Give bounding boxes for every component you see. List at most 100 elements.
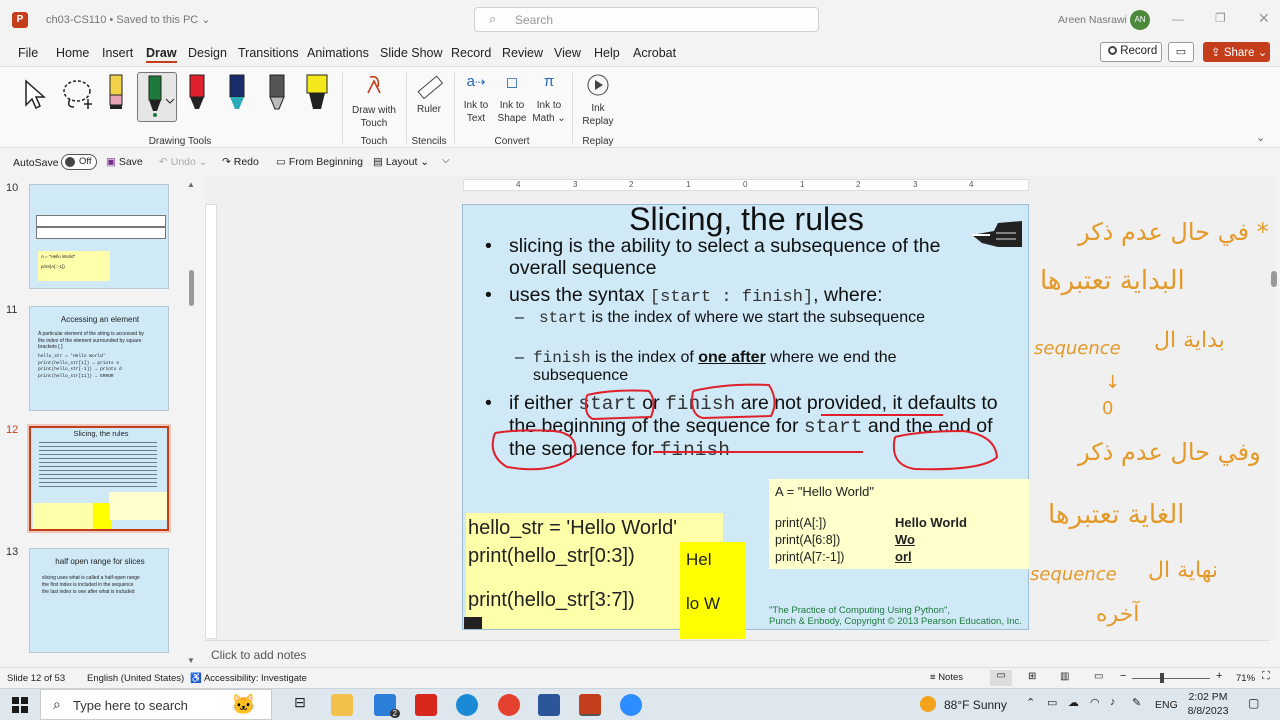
redo-button[interactable]: ↷ Redo xyxy=(222,156,259,168)
weather-text[interactable]: 88°F Sunny xyxy=(944,698,1007,712)
notes-pane[interactable]: Click to add notes xyxy=(205,640,1270,667)
menu-view[interactable]: View xyxy=(554,46,581,60)
slideshow-view-icon[interactable]: ▭ xyxy=(1094,671,1103,682)
menu-acrobat[interactable]: Acrobat xyxy=(633,46,676,60)
zoom-level[interactable]: 71% xyxy=(1236,673,1255,684)
zoom-app-icon[interactable] xyxy=(620,694,642,716)
scroll-down-icon[interactable]: ▼ xyxy=(187,656,195,665)
chrome-icon[interactable] xyxy=(498,694,520,716)
zoom-slider[interactable] xyxy=(1132,673,1210,683)
eraser-icon[interactable] xyxy=(104,73,128,115)
highlighter-tool[interactable] xyxy=(304,73,330,115)
green-pen-tool[interactable] xyxy=(137,72,177,122)
close-icon[interactable]: ✕ xyxy=(1258,10,1270,27)
ruler-button[interactable]: Ruler xyxy=(412,73,446,123)
red-pen-tool[interactable] xyxy=(186,73,208,115)
select-tool-icon[interactable] xyxy=(22,77,48,111)
windows-start-icon[interactable] xyxy=(12,697,28,713)
minimize-icon[interactable]: — xyxy=(1172,12,1184,26)
group-drawing-tools-label: Drawing Tools xyxy=(148,136,212,147)
reading-view-icon[interactable]: ▥ xyxy=(1060,671,1069,682)
restore-icon[interactable]: ❐ xyxy=(1215,11,1226,25)
document-title[interactable]: ch03-CS110 • Saved to this PC ⌄ xyxy=(46,13,211,26)
user-name: Areen Nasrawi xyxy=(1058,14,1127,26)
menu-transitions[interactable]: Transitions xyxy=(238,46,299,60)
slide-thumbnail-11[interactable]: Accessing an element A particular elemen… xyxy=(29,306,169,411)
layout-button[interactable]: ▤ Layout ⌄ xyxy=(373,156,429,168)
thumbnails-scrollbar[interactable] xyxy=(189,270,194,306)
slide-canvas[interactable]: Slicing, the rules • slicing is the abil… xyxy=(462,201,1029,639)
task-view-icon[interactable]: ⊟ xyxy=(289,694,311,716)
menu-home[interactable]: Home xyxy=(56,46,89,60)
pen-icon[interactable]: ✎ xyxy=(1132,696,1141,709)
menu-slide-show[interactable]: Slide Show xyxy=(380,46,443,60)
menu-record[interactable]: Record xyxy=(451,46,491,60)
menu-review[interactable]: Review xyxy=(502,46,543,60)
language-indicator[interactable]: English (United States) xyxy=(87,673,184,684)
blue-pen-tool[interactable] xyxy=(226,73,248,115)
ink-replay-button[interactable]: Ink Replay xyxy=(578,73,618,129)
customize-qat-icon[interactable]: ⌵ xyxy=(442,155,450,166)
save-button[interactable]: ▣ Save xyxy=(106,156,143,168)
volume-icon[interactable]: ♪ xyxy=(1110,696,1116,708)
galaxy-pen-tool[interactable] xyxy=(266,73,288,115)
avatar[interactable]: AN xyxy=(1130,10,1150,30)
menu-file[interactable]: File xyxy=(18,46,38,60)
normal-view-icon[interactable]: ▭ xyxy=(990,670,1012,686)
ruler-tick: 2 xyxy=(629,180,634,189)
menu-animations[interactable]: Animations xyxy=(307,46,369,60)
network-icon[interactable]: ▭ xyxy=(1047,696,1057,709)
zoom-out-icon[interactable]: − xyxy=(1120,670,1126,682)
slideshow-icon: ▭ xyxy=(276,156,286,168)
example-row-1: print(A[:]) xyxy=(775,516,827,530)
file-explorer-icon[interactable] xyxy=(331,694,353,716)
powerpoint-logo-icon[interactable]: P xyxy=(12,12,28,28)
ruler-tick: 4 xyxy=(516,180,521,189)
wifi-icon[interactable]: ◠ xyxy=(1090,696,1100,709)
annotation-line: وفي حال عدم ذكر xyxy=(1078,438,1261,466)
notes-button[interactable]: ≡ Notes xyxy=(930,672,963,683)
onedrive-icon[interactable]: ☁ xyxy=(1068,696,1079,709)
edge-icon[interactable] xyxy=(456,694,478,716)
clock[interactable]: 2:02 PM 8/8/2023 xyxy=(1186,690,1230,718)
output-box[interactable]: Hel lo W xyxy=(680,542,746,639)
collapse-ribbon-icon[interactable]: ⌄ xyxy=(1256,131,1265,144)
slide-thumbnail-12-selected[interactable]: Slicing, the rules xyxy=(27,424,171,533)
from-beginning-button[interactable]: ▭ From Beginning xyxy=(276,156,363,168)
tray-chevron-icon[interactable]: ⌃ xyxy=(1026,696,1035,709)
example-title: A = "Hello World" xyxy=(775,484,874,499)
language-tray[interactable]: ENG xyxy=(1155,699,1178,711)
slide-thumbnail-13[interactable]: half open range for slices slicing uses … xyxy=(29,548,169,653)
accessibility-status[interactable]: ♿ Accessibility: Investigate xyxy=(190,673,307,684)
menu-insert[interactable]: Insert xyxy=(102,46,133,60)
autosave-toggle[interactable]: Off xyxy=(61,154,97,170)
save-icon: ▣ xyxy=(106,156,116,168)
scroll-up-icon[interactable]: ▲ xyxy=(187,180,195,189)
ribbon-draw: Drawing Tools Draw with Touch Touch Rule… xyxy=(0,66,1280,148)
fit-slide-icon[interactable]: ⛶ xyxy=(1262,670,1270,683)
taskbar-search-box[interactable]: ⌕ Type here to search 🐱 xyxy=(40,689,272,720)
record-button[interactable]: Record xyxy=(1100,42,1162,62)
mail-icon[interactable]: 2 xyxy=(374,694,400,718)
word-icon[interactable] xyxy=(538,694,560,716)
share-button[interactable]: ⇪ Share ⌄ xyxy=(1203,42,1270,62)
undo-button[interactable]: ↶ Undo ⌄ xyxy=(159,156,208,168)
comments-button[interactable]: ▭ xyxy=(1168,42,1194,62)
menu-draw[interactable]: Draw xyxy=(146,46,177,63)
ink-to-text-button[interactable]: a⇢ Ink to Text xyxy=(458,73,494,129)
acrobat-icon[interactable] xyxy=(415,694,437,716)
notification-icon[interactable]: ▢ xyxy=(1248,696,1259,710)
menu-help[interactable]: Help xyxy=(594,46,620,60)
lasso-select-icon[interactable] xyxy=(60,77,96,111)
slide-thumbnail-10[interactable]: A = "Hello World" print(A[::-1]) xyxy=(29,184,169,289)
editor-scrollbar[interactable] xyxy=(1271,271,1277,287)
ink-to-math-button[interactable]: π Ink to Math ⌄ xyxy=(530,73,568,129)
ink-to-shape-button[interactable]: ◻ Ink to Shape xyxy=(494,73,530,129)
search-box[interactable]: ⌕ Search xyxy=(474,7,819,32)
menu-design[interactable]: Design xyxy=(188,46,227,60)
example-box[interactable]: A = "Hello World" print(A[:]) Hello Worl… xyxy=(769,479,1029,569)
draw-with-touch-button[interactable]: Draw with Touch xyxy=(350,73,398,129)
zoom-in-icon[interactable]: + xyxy=(1216,670,1222,682)
slide-sorter-icon[interactable]: ⊞ xyxy=(1028,671,1036,682)
powerpoint-taskbar-icon[interactable] xyxy=(579,694,601,716)
